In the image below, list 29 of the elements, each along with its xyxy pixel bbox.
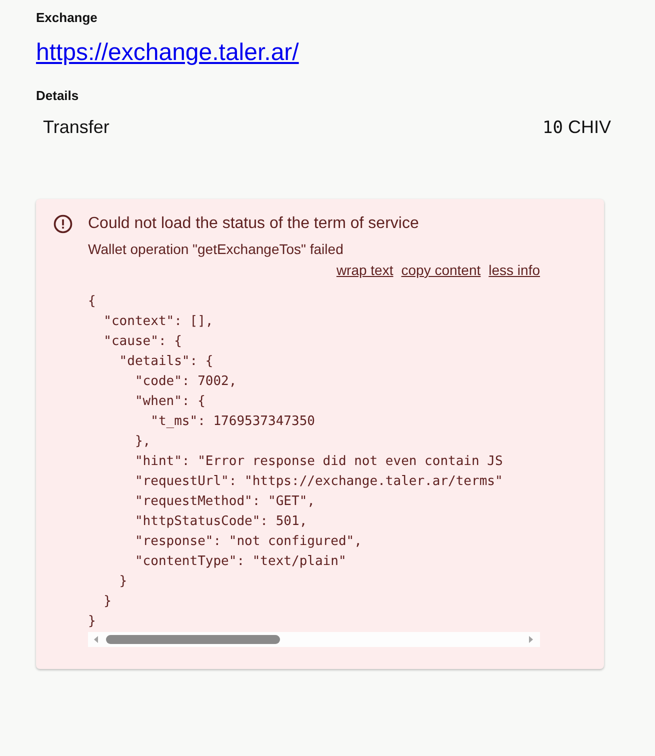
amount-value: 10 CHIV <box>542 116 611 139</box>
code-line: } <box>118 573 128 591</box>
action-link[interactable]: less info <box>488 262 540 278</box>
code-line: }, <box>134 433 151 451</box>
code-line: "httpStatusCode": 501, <box>134 513 308 531</box>
action-link[interactable]: wrap text <box>336 262 394 278</box>
code-line: "t_ms": 1769537347350 <box>150 413 315 431</box>
section-label: Details <box>36 88 80 104</box>
section-label: Exchange <box>36 10 98 26</box>
alert-title: Could not load the status of the term of service <box>88 214 420 234</box>
row-label: Transfer <box>43 116 110 139</box>
code-line: "hint": "Error response did not even contain JS <box>134 453 503 471</box>
code-line: "details": { <box>118 353 214 371</box>
scrollbar[interactable] <box>88 632 540 647</box>
code-line: } <box>102 593 112 611</box>
code-line: } <box>88 613 96 631</box>
code-line: "when": { <box>134 393 206 411</box>
exchange-link[interactable]: https://exchange.taler.ar/ <box>36 38 299 68</box>
code-line: { <box>88 293 96 311</box>
action-link[interactable]: copy content <box>401 262 481 278</box>
code-line: "context": [], <box>102 313 214 331</box>
code-line: "code": 7002, <box>134 373 237 391</box>
code-line: "response": "not configured", <box>134 533 362 551</box>
code-line: "requestUrl": "https://exchange.taler.ar/terms" <box>134 473 503 491</box>
code-line: "cause": { <box>102 333 182 351</box>
error-icon <box>52 213 74 235</box>
alert-message: Wallet operation "getExchangeTos" failed <box>88 241 344 257</box>
code-line: "requestMethod": "GET", <box>134 493 315 511</box>
code-line: "contentType": "text/plain" <box>134 553 346 571</box>
